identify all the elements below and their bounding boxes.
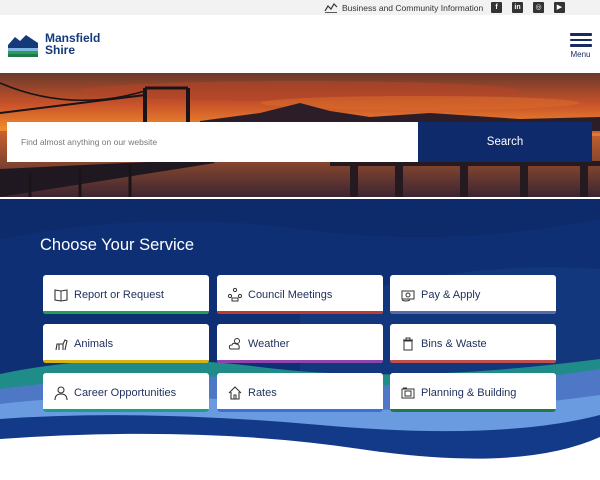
hero-banner: Search	[0, 73, 600, 197]
service-card-career-opportunities[interactable]: Career Opportunities	[43, 373, 209, 412]
service-card-bins-waste[interactable]: Bins & Waste	[390, 324, 556, 363]
card-accent-bar	[43, 408, 209, 412]
card-accent-bar	[217, 408, 383, 412]
service-card-planning-building[interactable]: Planning & Building	[390, 373, 556, 412]
book-icon	[53, 287, 69, 303]
service-label: Animals	[74, 337, 114, 350]
card-accent-bar	[390, 310, 556, 314]
facebook-icon[interactable]: f	[491, 2, 502, 13]
services-heading: Choose Your Service	[40, 236, 195, 254]
card-accent-bar	[217, 310, 383, 314]
blueprint-icon	[400, 385, 416, 401]
service-label: Career Opportunities	[74, 386, 177, 399]
instagram-icon[interactable]: ◎	[533, 2, 544, 13]
meeting-icon	[227, 287, 243, 303]
services-section: Choose Your Service Report or Request Co…	[0, 199, 600, 480]
linkedin-icon[interactable]: in	[512, 2, 523, 13]
service-label: Bins & Waste	[421, 337, 487, 350]
hamburger-bar	[569, 38, 592, 41]
search-button[interactable]: Search	[418, 122, 592, 162]
service-card-rates[interactable]: Rates	[217, 373, 383, 412]
card-accent-bar	[43, 359, 209, 363]
service-label: Weather	[248, 337, 290, 350]
person-icon	[53, 385, 69, 401]
business-chart-icon	[324, 3, 338, 13]
logo-line-2: Shire	[45, 43, 76, 57]
shire-logo-icon[interactable]	[8, 29, 38, 59]
search-input[interactable]	[7, 122, 418, 162]
logo-wordmark[interactable]: Mansfield Shire	[45, 32, 100, 56]
service-card-animals[interactable]: Animals	[43, 324, 209, 363]
youtube-icon[interactable]: ▶	[554, 2, 565, 13]
card-accent-bar	[217, 359, 383, 363]
hamburger-bar	[569, 44, 592, 47]
menu-button[interactable]: Menu	[568, 33, 593, 59]
site-header: Mansfield Shire Menu	[0, 15, 600, 73]
service-label: Rates	[248, 386, 277, 399]
weather-icon	[227, 336, 243, 352]
hamburger-icon	[569, 33, 592, 36]
utility-bar: Business and Community Information f in …	[0, 0, 600, 15]
service-card-pay-apply[interactable]: Pay & Apply	[390, 275, 556, 314]
payment-icon	[400, 287, 416, 303]
menu-label: Menu	[570, 49, 591, 59]
service-card-council-meetings[interactable]: Council Meetings	[217, 275, 383, 314]
business-community-link[interactable]: Business and Community Information	[324, 1, 483, 14]
card-accent-bar	[43, 310, 209, 314]
card-accent-bar	[390, 359, 556, 363]
service-label: Report or Request	[74, 288, 164, 301]
card-accent-bar	[390, 408, 556, 412]
service-label: Council Meetings	[248, 288, 333, 301]
bin-icon	[400, 336, 416, 352]
service-card-weather[interactable]: Weather	[217, 324, 383, 363]
search-bar: Search	[7, 122, 592, 162]
dog-icon	[53, 336, 69, 352]
service-card-report-request[interactable]: Report or Request	[43, 275, 209, 314]
service-label: Planning & Building	[421, 386, 517, 399]
business-community-label: Business and Community Information	[342, 2, 484, 13]
house-icon	[227, 385, 243, 401]
service-label: Pay & Apply	[421, 288, 481, 301]
